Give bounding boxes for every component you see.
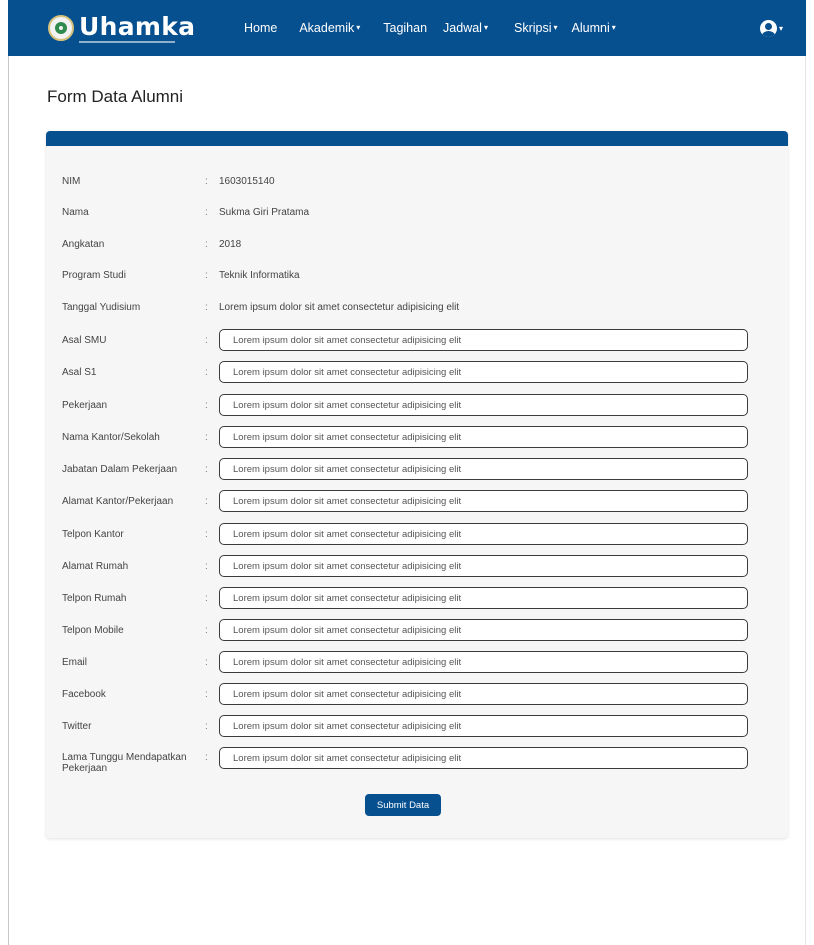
field-label: Twitter xyxy=(62,720,92,732)
field-label: Alamat Rumah xyxy=(62,560,129,572)
field-label: Pekerjaan xyxy=(62,399,108,411)
row-lama-tunggu: Lama Tunggu Mendapatkan Pekerjaan : xyxy=(62,752,219,782)
row-facebook: Facebook : xyxy=(62,681,219,707)
field-separator: : xyxy=(205,656,208,668)
card-header-bar xyxy=(46,131,788,146)
row-twitter: Twitter : xyxy=(62,713,219,739)
row-asal-s1: Asal S1 : xyxy=(62,359,219,385)
page-title: Form Data Alumni xyxy=(47,87,184,106)
field-separator: : xyxy=(205,301,208,313)
row-nama: Nama : Sukma Giri Pratama xyxy=(62,199,309,225)
field-label: Asal SMU xyxy=(62,334,107,346)
pekerjaan-input[interactable] xyxy=(219,394,748,416)
row-jabatan: Jabatan Dalam Pekerjaan : xyxy=(62,456,219,482)
chevron-down-icon: ▾ xyxy=(611,23,616,32)
field-value: 1603015140 xyxy=(219,175,275,187)
field-label: Telpon Mobile xyxy=(62,624,124,636)
brand-name: Uhamka xyxy=(79,11,196,41)
telpon-rumah-input[interactable] xyxy=(219,587,748,609)
chevron-down-icon: ▾ xyxy=(553,23,558,32)
field-separator: : xyxy=(205,752,208,763)
field-value: Lorem ipsum dolor sit amet consectetur a… xyxy=(219,301,460,313)
field-separator: : xyxy=(205,238,208,250)
alamat-kantor-input[interactable] xyxy=(219,490,748,512)
university-emblem-icon xyxy=(48,15,74,41)
field-value: 2018 xyxy=(219,238,242,250)
brand-logo[interactable]: Uhamka xyxy=(48,0,195,56)
asal-smu-input[interactable] xyxy=(219,329,748,351)
field-label: Program Studi xyxy=(62,269,126,281)
field-label: Alamat Kantor/Pekerjaan xyxy=(62,495,174,507)
telpon-mobile-input[interactable] xyxy=(219,619,748,641)
field-label: Nama xyxy=(62,206,89,218)
row-asal-smu: Asal SMU : xyxy=(62,327,219,353)
field-label: Telpon Rumah xyxy=(62,592,127,604)
field-label: Angkatan xyxy=(62,238,105,250)
field-separator: : xyxy=(205,269,208,281)
row-tanggal-yudisium: Tanggal Yudisium : Lorem ipsum dolor sit… xyxy=(62,294,459,320)
nav-jadwal[interactable]: Jadwal ▾ xyxy=(443,21,488,35)
submit-data-button[interactable]: Submit Data xyxy=(365,794,441,816)
nav-alumni[interactable]: Alumni ▾ xyxy=(572,21,616,35)
email-input[interactable] xyxy=(219,651,748,673)
field-separator: : xyxy=(205,463,208,475)
field-separator: : xyxy=(205,431,208,443)
row-alamat-kantor: Alamat Kantor/Pekerjaan : xyxy=(62,488,219,514)
field-label: Jabatan Dalam Pekerjaan xyxy=(62,463,178,475)
lama-tunggu-input[interactable] xyxy=(219,747,748,769)
row-email: Email : xyxy=(62,649,219,675)
facebook-input[interactable] xyxy=(219,683,748,705)
nav-skripsi[interactable]: Skripsi ▾ xyxy=(514,21,558,35)
brand-underline xyxy=(79,40,175,43)
field-label: NIM xyxy=(62,175,81,187)
nama-kantor-input[interactable] xyxy=(219,426,748,448)
chevron-down-icon: ▾ xyxy=(779,24,784,33)
field-separator: : xyxy=(205,334,208,346)
field-label: Tanggal Yudisium xyxy=(62,301,141,313)
alamat-rumah-input[interactable] xyxy=(219,555,748,577)
row-program-studi: Program Studi : Teknik Informatika xyxy=(62,262,300,288)
chevron-down-icon: ▾ xyxy=(356,23,361,32)
row-telpon-kantor: Telpon Kantor : xyxy=(62,521,219,547)
nav-home[interactable]: Home xyxy=(244,21,277,35)
field-value: Sukma Giri Pratama xyxy=(219,206,310,218)
row-nama-kantor: Nama Kantor/Sekolah : xyxy=(62,424,219,450)
field-label: Email xyxy=(62,656,88,668)
row-pekerjaan: Pekerjaan : xyxy=(62,392,219,418)
field-separator: : xyxy=(205,495,208,507)
top-navbar: Uhamka Home Akademik ▾ Tagihan Jadwal ▾ Sk… xyxy=(8,0,806,56)
field-separator: : xyxy=(205,366,208,378)
row-alamat-rumah: Alamat Rumah : xyxy=(62,553,219,579)
twitter-input[interactable] xyxy=(219,715,748,737)
chevron-down-icon: ▾ xyxy=(483,23,488,32)
field-separator: : xyxy=(205,592,208,604)
user-menu-button[interactable]: ▾ xyxy=(760,20,783,37)
field-separator: : xyxy=(205,528,208,540)
field-separator: : xyxy=(205,399,208,411)
field-label: Telpon Kantor xyxy=(62,528,124,540)
field-label: Nama Kantor/Sekolah xyxy=(62,431,160,443)
jabatan-input[interactable] xyxy=(219,458,748,480)
field-separator: : xyxy=(205,624,208,636)
row-nim: NIM : 1603015140 xyxy=(62,168,275,194)
field-separator: : xyxy=(205,175,208,187)
nav-tagihan[interactable]: Tagihan xyxy=(383,21,427,35)
user-avatar-icon xyxy=(760,20,777,37)
field-label: Lama Tunggu Mendapatkan Pekerjaan xyxy=(62,752,187,774)
main-nav: Home Akademik ▾ Tagihan Jadwal ▾ Skripsi ▾ … xyxy=(244,0,630,56)
field-label: Facebook xyxy=(62,688,106,700)
asal-s1-input[interactable] xyxy=(219,361,748,383)
field-separator: : xyxy=(205,206,208,218)
field-label: Asal S1 xyxy=(62,366,97,378)
field-separator: : xyxy=(205,560,208,572)
field-separator: : xyxy=(205,688,208,700)
row-telpon-mobile: Telpon Mobile : xyxy=(62,617,219,643)
row-telpon-rumah: Telpon Rumah : xyxy=(62,585,219,611)
field-value: Teknik Informatika xyxy=(219,269,300,281)
telpon-kantor-input[interactable] xyxy=(219,523,748,545)
nav-akademik[interactable]: Akademik ▾ xyxy=(299,21,360,35)
field-separator: : xyxy=(205,720,208,732)
row-angkatan: Angkatan : 2018 xyxy=(62,231,241,257)
